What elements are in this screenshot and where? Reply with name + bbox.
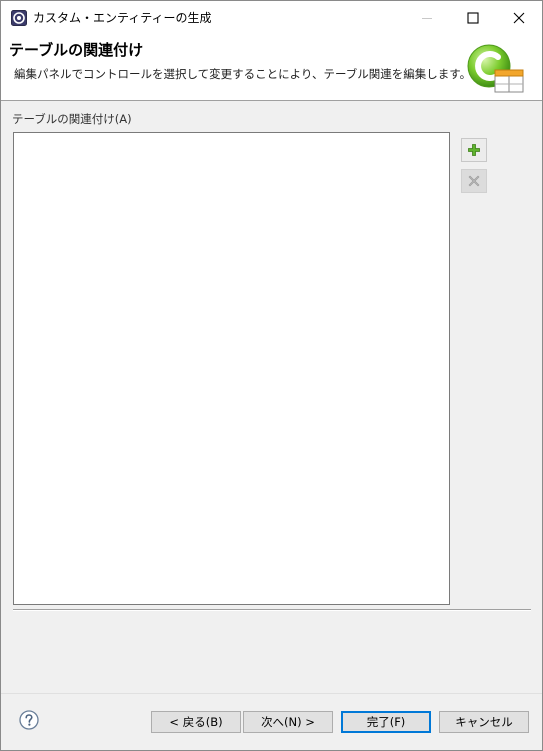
minimize-icon bbox=[422, 18, 432, 19]
content-separator bbox=[13, 609, 531, 611]
close-button[interactable] bbox=[496, 1, 542, 35]
wizard-header: テーブルの関連付け 編集パネルでコントロールを選択して変更することにより、テーブ… bbox=[1, 35, 542, 101]
x-icon bbox=[468, 175, 480, 187]
maximize-button[interactable] bbox=[450, 1, 496, 35]
maximize-icon bbox=[467, 12, 479, 24]
footer-separator bbox=[1, 693, 542, 694]
window-title: カスタム・エンティティーの生成 bbox=[33, 11, 212, 25]
close-icon bbox=[513, 12, 525, 24]
help-icon[interactable] bbox=[19, 710, 39, 730]
minimize-button[interactable] bbox=[404, 1, 450, 35]
associations-label: テーブルの関連付け(A) bbox=[12, 112, 132, 126]
page-description: 編集パネルでコントロールを選択して変更することにより、テーブル関連を編集します。 bbox=[14, 67, 472, 81]
wizard-logo-icon bbox=[465, 40, 527, 98]
next-button[interactable]: 次へ(N) > bbox=[243, 711, 333, 733]
add-association-button[interactable] bbox=[461, 138, 487, 162]
title-bar[interactable]: カスタム・エンティティーの生成 bbox=[1, 1, 542, 35]
table-associations-list[interactable] bbox=[13, 132, 450, 605]
finish-button[interactable]: 完了(F) bbox=[341, 711, 431, 733]
plus-icon bbox=[468, 144, 480, 156]
back-button[interactable]: < 戻る(B) bbox=[151, 711, 241, 733]
eclipse-app-icon bbox=[11, 10, 27, 26]
remove-association-button[interactable] bbox=[461, 169, 487, 193]
page-title: テーブルの関連付け bbox=[9, 41, 144, 59]
cancel-button[interactable]: キャンセル bbox=[439, 711, 529, 733]
wizard-dialog: カスタム・エンティティーの生成 テーブルの関連付け 編集パネルでコントロールを選… bbox=[0, 0, 543, 751]
